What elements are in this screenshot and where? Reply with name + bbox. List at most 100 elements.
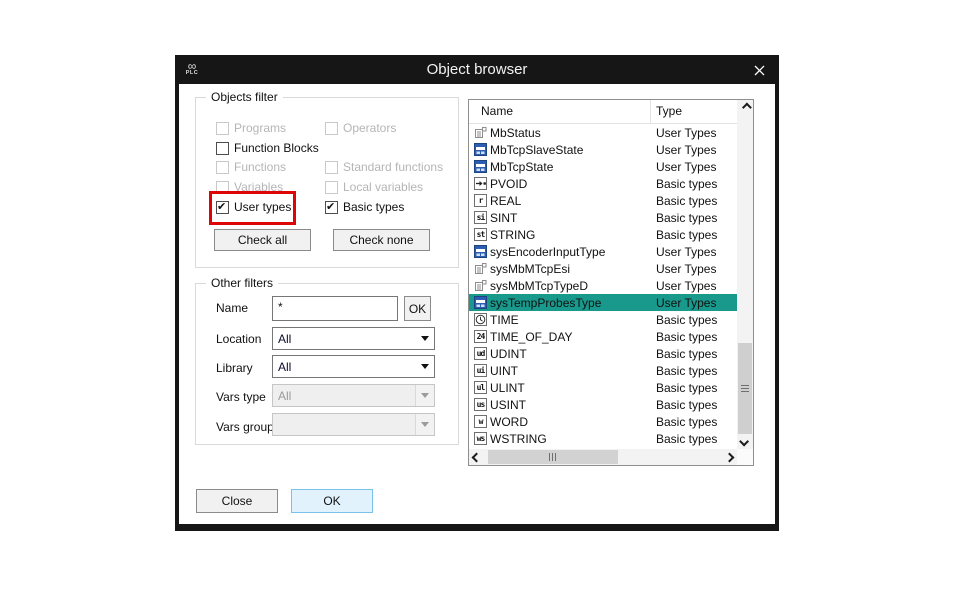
list-item[interactable]: MbTcpSlaveState User Types bbox=[469, 141, 737, 158]
list-item[interactable]: MbStatus User Types bbox=[469, 124, 737, 141]
item-name: REAL bbox=[490, 194, 521, 208]
location-dropdown[interactable]: All bbox=[272, 327, 435, 350]
horizontal-scrollbar[interactable] bbox=[469, 449, 737, 465]
checkbox-user-types[interactable]: User types bbox=[216, 199, 291, 215]
checkbox-box bbox=[216, 181, 229, 194]
checkbox-box[interactable] bbox=[325, 201, 338, 214]
checkbox-box[interactable] bbox=[216, 142, 229, 155]
list-item[interactable]: si SINT Basic types bbox=[469, 209, 737, 226]
type-letter-icon: si bbox=[474, 211, 487, 224]
scroll-right-icon[interactable] bbox=[722, 449, 737, 465]
list-item[interactable]: MbTcpState User Types bbox=[469, 158, 737, 175]
vertical-scroll-thumb[interactable] bbox=[738, 343, 752, 434]
item-type: User Types bbox=[656, 262, 716, 276]
list-item[interactable]: sysMbMTcpTypeD User Types bbox=[469, 277, 737, 294]
other-filters-legend: Other filters bbox=[206, 276, 278, 290]
pointer-icon bbox=[474, 177, 487, 190]
title-bar: ∞ PLC Object browser bbox=[179, 55, 775, 84]
type-letter-icon: 24 bbox=[474, 330, 487, 343]
struct-icon bbox=[474, 296, 487, 309]
close-button[interactable]: Close bbox=[196, 489, 278, 513]
ok-button[interactable]: OK bbox=[291, 489, 373, 513]
item-name: UINT bbox=[490, 364, 518, 378]
item-type: Basic types bbox=[656, 364, 717, 378]
item-name: ULINT bbox=[490, 381, 525, 395]
checkbox-label: Operators bbox=[343, 121, 396, 135]
checkbox-local-variables: Local variables bbox=[325, 179, 423, 195]
checkbox-function-blocks[interactable]: Function Blocks bbox=[216, 140, 319, 156]
checkbox-basic-types[interactable]: Basic types bbox=[325, 199, 404, 215]
check-all-button[interactable]: Check all bbox=[214, 229, 311, 251]
check-none-button[interactable]: Check none bbox=[333, 229, 430, 251]
item-type: User Types bbox=[656, 279, 716, 293]
checkbox-box bbox=[325, 122, 338, 135]
column-divider[interactable] bbox=[650, 100, 651, 123]
chevron-down-icon bbox=[415, 414, 434, 435]
item-name: sysTempProbesType bbox=[490, 296, 601, 310]
checkbox-label: Programs bbox=[234, 121, 286, 135]
checkbox-label: Standard functions bbox=[343, 160, 443, 174]
horizontal-scroll-thumb[interactable] bbox=[488, 450, 618, 464]
type-letter-icon: ui bbox=[474, 364, 487, 377]
checkbox-box[interactable] bbox=[216, 201, 229, 214]
type-letter-icon: r bbox=[474, 194, 487, 207]
list-item[interactable]: ws WSTRING Basic types bbox=[469, 430, 737, 447]
list-item[interactable]: sysMbMTcpEsi User Types bbox=[469, 260, 737, 277]
close-icon[interactable] bbox=[751, 62, 767, 78]
vars-type-dropdown: All bbox=[272, 384, 435, 407]
combobox-value: All bbox=[273, 360, 416, 374]
chevron-down-icon bbox=[415, 385, 434, 406]
checkbox-box bbox=[216, 161, 229, 174]
item-type: Basic types bbox=[656, 228, 717, 242]
checkbox-box bbox=[325, 181, 338, 194]
list-item[interactable]: r REAL Basic types bbox=[469, 192, 737, 209]
list-item[interactable]: st STRING Basic types bbox=[469, 226, 737, 243]
list-item[interactable]: PVOID Basic types bbox=[469, 175, 737, 192]
item-name: PVOID bbox=[490, 177, 527, 191]
list-item[interactable]: ud UDINT Basic types bbox=[469, 345, 737, 362]
checkbox-label: Functions bbox=[234, 160, 286, 174]
column-header-name[interactable]: Name bbox=[481, 104, 513, 118]
item-name: UDINT bbox=[490, 347, 527, 361]
type-letter-icon: ws bbox=[474, 432, 487, 445]
enum-icon bbox=[474, 279, 487, 292]
list-item[interactable]: 24 TIME_OF_DAY Basic types bbox=[469, 328, 737, 345]
list-item[interactable]: TIME Basic types bbox=[469, 311, 737, 328]
name-filter-ok-button[interactable]: OK bbox=[404, 296, 431, 321]
item-name: MbStatus bbox=[490, 126, 541, 140]
item-type: User Types bbox=[656, 296, 716, 310]
item-name: WORD bbox=[490, 415, 528, 429]
checkbox-label: Local variables bbox=[343, 180, 423, 194]
list-item[interactable]: us USINT Basic types bbox=[469, 396, 737, 413]
location-filter-label: Location bbox=[216, 332, 261, 347]
item-type: User Types bbox=[656, 126, 716, 140]
scroll-left-icon[interactable] bbox=[469, 449, 484, 465]
screen: ∞ PLC Object browser Objects filter Prog… bbox=[0, 0, 953, 610]
vertical-scrollbar[interactable] bbox=[737, 100, 753, 449]
library-dropdown[interactable]: All bbox=[272, 355, 435, 378]
checkbox-label: Function Blocks bbox=[234, 141, 319, 155]
item-type: Basic types bbox=[656, 398, 717, 412]
list-item[interactable]: w WORD Basic types bbox=[469, 413, 737, 430]
item-type: Basic types bbox=[656, 211, 717, 225]
item-type: Basic types bbox=[656, 194, 717, 208]
list-item-selected[interactable]: sysTempProbesType User Types bbox=[469, 294, 737, 311]
scroll-up-icon[interactable] bbox=[737, 100, 753, 115]
chevron-down-icon bbox=[416, 356, 434, 377]
item-name: sysMbMTcpEsi bbox=[490, 262, 570, 276]
item-type: Basic types bbox=[656, 330, 717, 344]
list-item[interactable]: ul ULINT Basic types bbox=[469, 379, 737, 396]
list-item[interactable]: sysEncoderInputType User Types bbox=[469, 243, 737, 260]
type-letter-icon: ud bbox=[474, 347, 487, 360]
name-filter-input[interactable]: * bbox=[272, 296, 398, 321]
vars-group-dropdown bbox=[272, 413, 435, 436]
checkbox-label: Basic types bbox=[343, 200, 404, 214]
type-letter-icon: st bbox=[474, 228, 487, 241]
list-item[interactable]: ui UINT Basic types bbox=[469, 362, 737, 379]
scroll-down-icon[interactable] bbox=[737, 434, 753, 449]
scrollbar-corner bbox=[737, 449, 753, 465]
enum-icon bbox=[474, 262, 487, 275]
checkbox-box bbox=[325, 161, 338, 174]
checkbox-label: Variables bbox=[234, 180, 283, 194]
column-header-type[interactable]: Type bbox=[656, 104, 682, 118]
